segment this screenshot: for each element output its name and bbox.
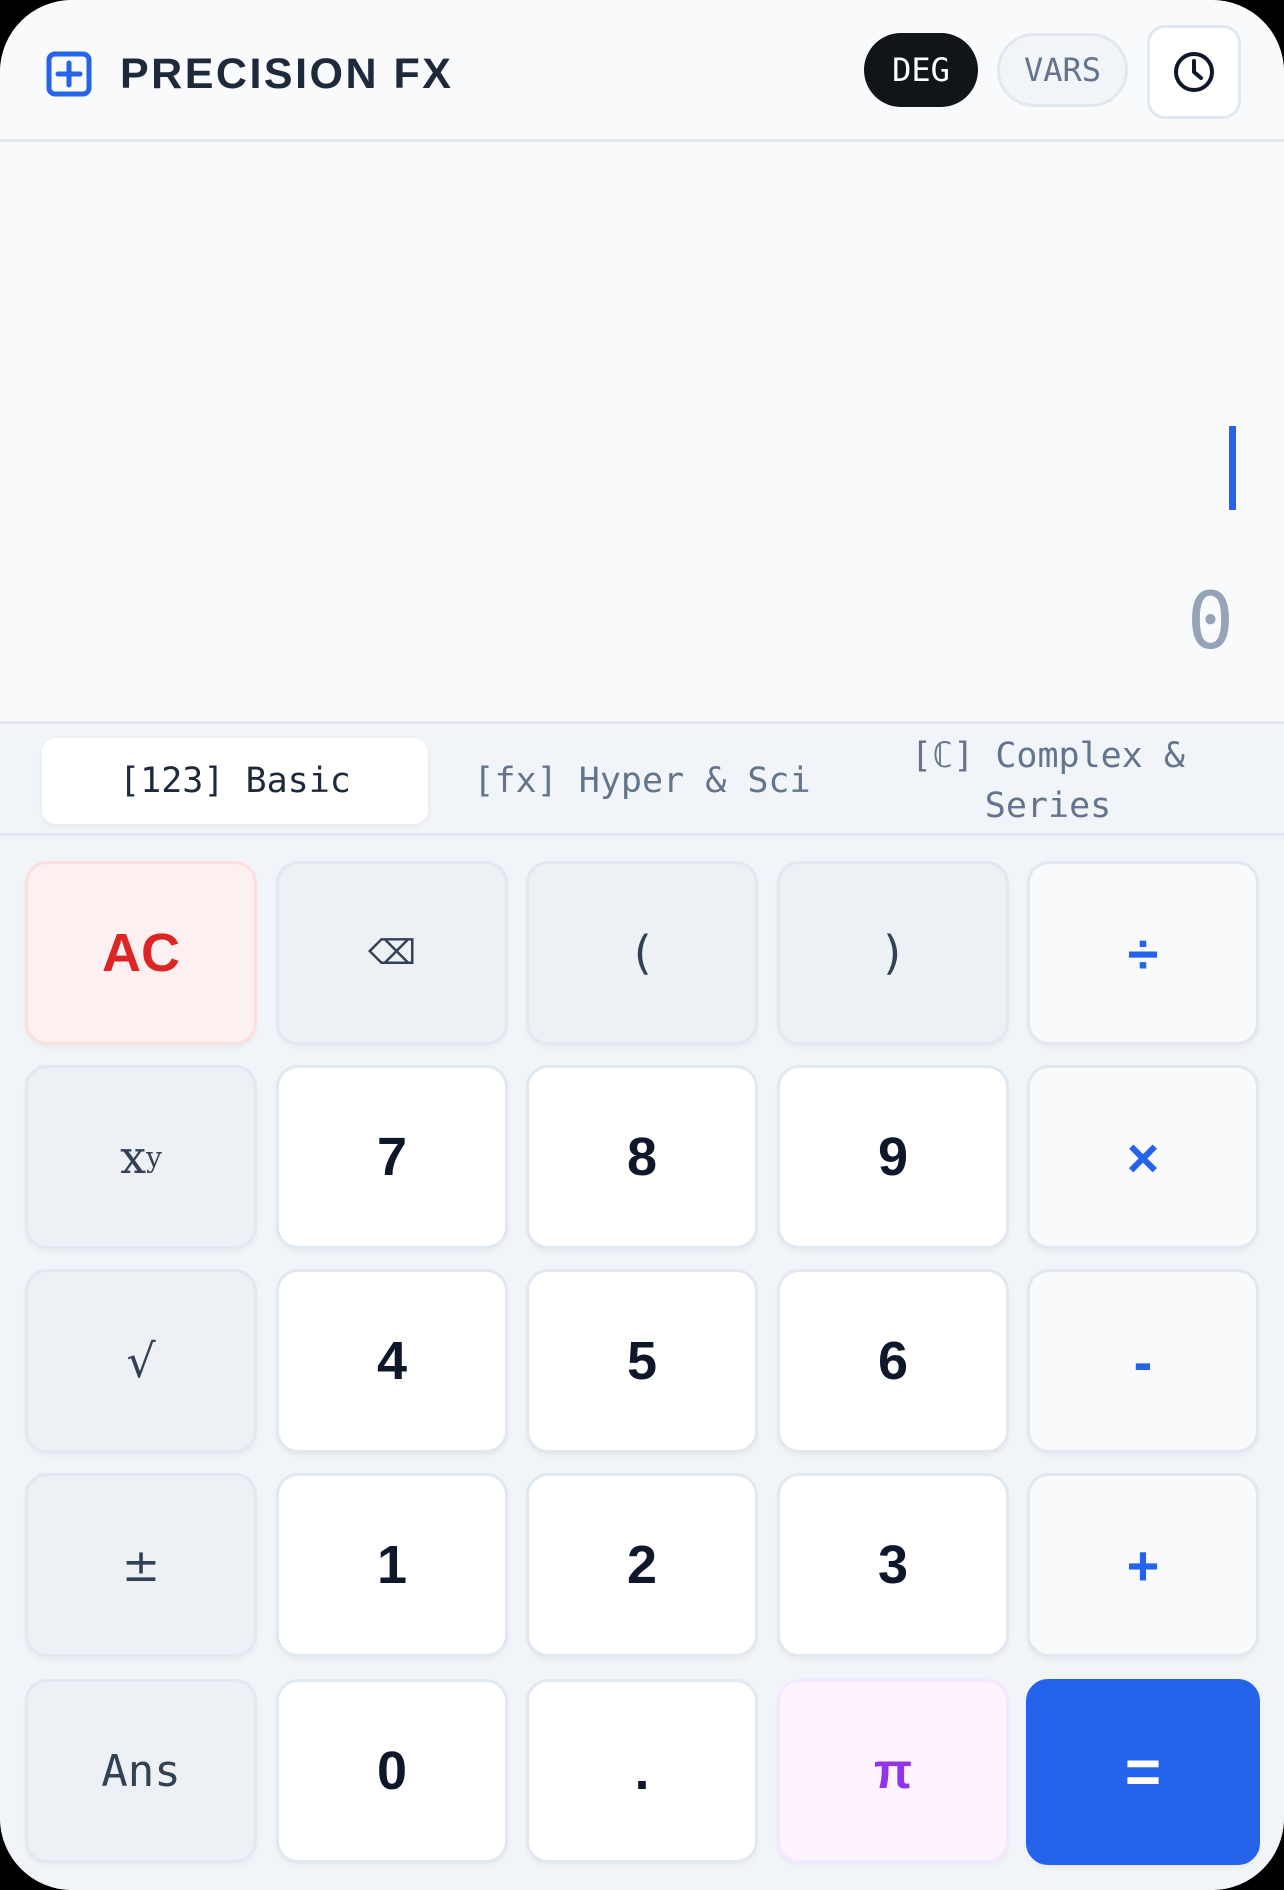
open-paren-button[interactable]: ( [526, 861, 758, 1045]
calculator-app: PRECISION FX DEG VARS 0 [123] Basic [fx]… [0, 0, 1284, 1890]
equals-button[interactable]: = [1026, 1679, 1260, 1865]
plus-square-icon [46, 51, 92, 97]
tab-hyper-sci[interactable]: [fx] Hyper & Sci [460, 738, 824, 824]
input-cursor [1229, 426, 1236, 510]
digit-0-button[interactable]: 0 [276, 1679, 508, 1863]
plus-minus-button[interactable]: ± [25, 1473, 257, 1657]
sqrt-button[interactable]: √ [25, 1269, 257, 1453]
close-paren-button[interactable]: ) [777, 861, 1009, 1045]
tab-complex-line-2: Series [984, 786, 1112, 826]
header-bar: PRECISION FX DEG VARS [0, 0, 1284, 142]
all-clear-button[interactable]: AC [25, 861, 257, 1045]
digit-9-button[interactable]: 9 [777, 1065, 1009, 1249]
digit-8-button[interactable]: 8 [526, 1065, 758, 1249]
power-base-label: x [120, 1130, 147, 1184]
digit-4-button[interactable]: 4 [276, 1269, 508, 1453]
tab-complex-series[interactable]: [ℂ] Complex & Series [868, 727, 1228, 835]
power-button[interactable]: xy [25, 1065, 257, 1249]
digit-3-button[interactable]: 3 [777, 1473, 1009, 1657]
digit-6-button[interactable]: 6 [777, 1269, 1009, 1453]
result-preview: 0 [1187, 577, 1234, 667]
digit-1-button[interactable]: 1 [276, 1473, 508, 1657]
keypad: AC ⌫ ( ) ÷ xy 7 8 9 × √ 4 5 6 - ± 1 2 3 … [0, 836, 1284, 1890]
divide-button[interactable]: ÷ [1027, 861, 1259, 1045]
digit-5-button[interactable]: 5 [526, 1269, 758, 1453]
plus-button[interactable]: + [1027, 1473, 1259, 1657]
ans-button[interactable]: Ans [25, 1679, 257, 1863]
display-area[interactable]: 0 [0, 142, 1284, 722]
power-exp-label: y [146, 1140, 162, 1174]
decimal-point-button[interactable]: . [526, 1679, 758, 1863]
app-title: PRECISION FX [120, 50, 454, 98]
clock-icon [1174, 52, 1214, 92]
digit-7-button[interactable]: 7 [276, 1065, 508, 1249]
history-button[interactable] [1147, 25, 1241, 119]
mode-tabs: [123] Basic [fx] Hyper & Sci [ℂ] Complex… [0, 721, 1284, 836]
vars-button[interactable]: VARS [997, 33, 1128, 107]
tab-basic[interactable]: [123] Basic [42, 738, 428, 824]
minus-button[interactable]: - [1027, 1269, 1259, 1453]
multiply-button[interactable]: × [1027, 1065, 1259, 1249]
pi-button[interactable]: π [777, 1679, 1009, 1863]
tab-complex-line-1: [ℂ] Complex & [911, 736, 1185, 776]
backspace-button[interactable]: ⌫ [276, 861, 508, 1045]
angle-mode-toggle[interactable]: DEG [864, 33, 978, 107]
digit-2-button[interactable]: 2 [526, 1473, 758, 1657]
